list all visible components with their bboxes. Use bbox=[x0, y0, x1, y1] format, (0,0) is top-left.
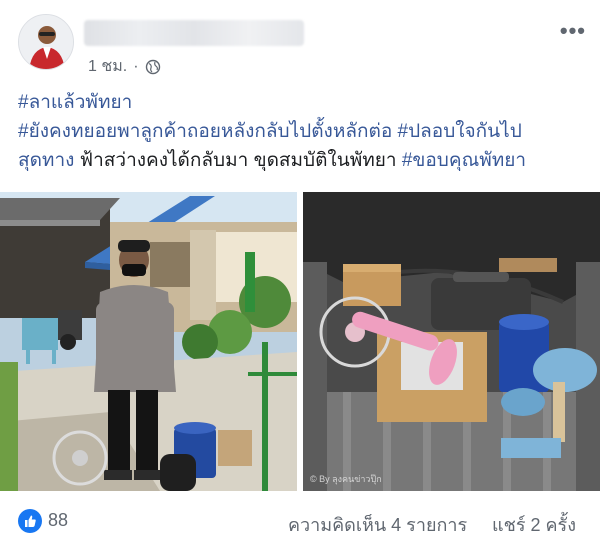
meta-separator: · bbox=[133, 57, 139, 75]
facebook-post: 1 ชม. · ••• #ลาแล้วพัทยา #ยังคงทยอยพาลูก… bbox=[0, 0, 600, 550]
post-photo-left[interactable] bbox=[0, 192, 297, 491]
hashtag-link[interactable]: #ขอบคุณพัทยา bbox=[402, 150, 526, 171]
post-meta: 1 ชม. · bbox=[88, 54, 161, 79]
post-footer: 88 ความคิดเห็น 4 รายการ แชร์ 2 ครั้ง bbox=[0, 500, 600, 544]
post-time[interactable]: 1 ชม. bbox=[88, 54, 127, 79]
shares-count-link[interactable]: แชร์ 2 ครั้ง bbox=[492, 510, 576, 539]
hashtag-link[interactable]: #ยังคงทยอยพาลูกค้าถอยหลังกลับไปตั้งหลักต… bbox=[18, 121, 522, 142]
comments-count-link[interactable]: ความคิดเห็น 4 รายการ bbox=[288, 510, 467, 539]
post-text: #ลาแล้วพัทยา #ยังคงทยอยพาลูกค้าถอยหลังกล… bbox=[18, 88, 588, 175]
post-header: 1 ชม. · ••• bbox=[16, 12, 586, 76]
post-photo-right[interactable] bbox=[303, 192, 600, 491]
reaction-count[interactable]: 88 bbox=[48, 510, 68, 531]
photo-watermark: © By ลุงคนข่าวปุ๊ก bbox=[310, 474, 382, 484]
globe-icon bbox=[145, 59, 160, 74]
hashtag-link[interactable]: #ลาแล้วพัทยา bbox=[18, 92, 132, 113]
more-options-icon[interactable]: ••• bbox=[560, 18, 586, 44]
author-name-blurred[interactable] bbox=[84, 20, 304, 46]
post-text-body: ฟ้าสว่างคงได้กลับมา ขุดสมบัติในพัทยา bbox=[74, 150, 402, 171]
like-icon[interactable] bbox=[18, 509, 42, 533]
hashtag-continuation[interactable]: สุดทาง bbox=[18, 150, 74, 171]
avatar[interactable] bbox=[18, 14, 74, 70]
